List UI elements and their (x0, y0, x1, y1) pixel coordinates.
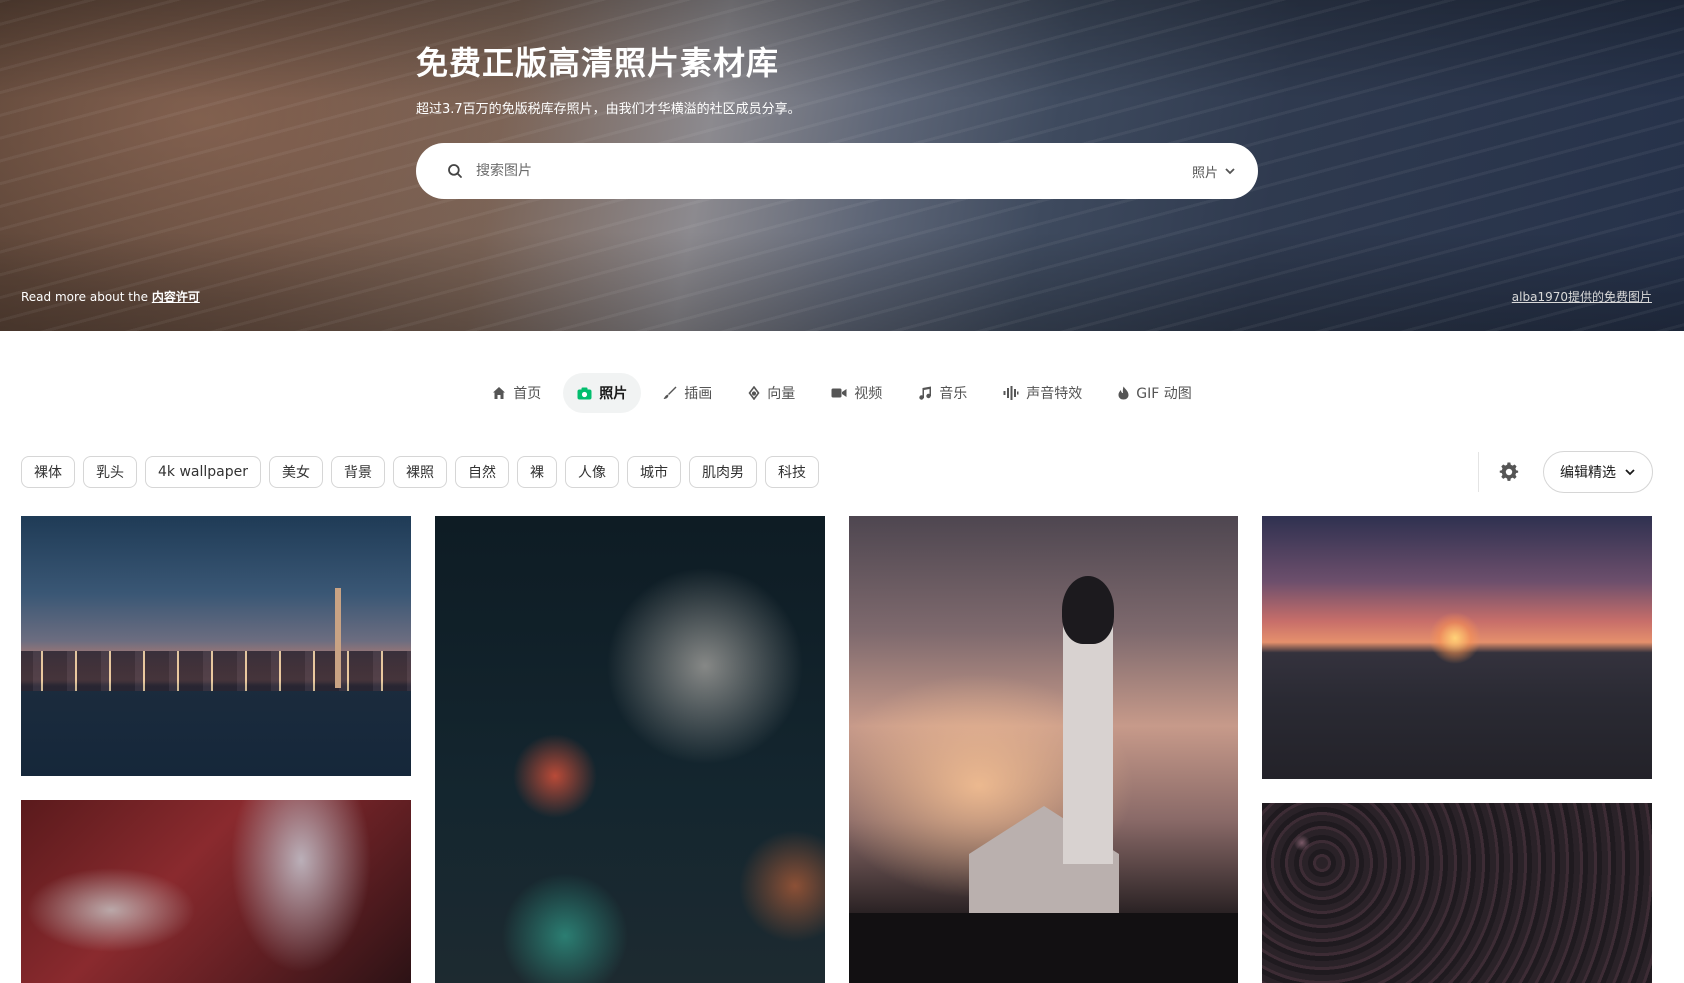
tag-chip[interactable]: 科技 (765, 456, 819, 488)
hero-banner: 免费正版高清照片素材库 超过3.7百万的免版税库存照片，由我们才华横溢的社区成员… (0, 0, 1684, 331)
photo-fireworks[interactable] (435, 516, 825, 983)
editors-choice-label: 编辑精选 (1560, 465, 1616, 481)
tag-chip[interactable]: 裸体 (21, 456, 75, 488)
tag-chip[interactable]: 自然 (455, 456, 509, 488)
onion-dome (1062, 576, 1114, 644)
photo-sea-sunset[interactable] (1262, 516, 1652, 779)
tag-chip[interactable]: 城市 (627, 456, 681, 488)
tab-home[interactable]: 首页 (478, 373, 555, 413)
chevron-down-icon (1625, 469, 1635, 476)
video-icon (831, 388, 847, 398)
hero-content: 免费正版高清照片素材库 超过3.7百万的免版税库存照片，由我们才华横溢的社区成员… (416, 38, 1258, 199)
tag-chip[interactable]: 人像 (565, 456, 619, 488)
search-bar: 照片 (416, 143, 1258, 199)
flame-icon (1118, 386, 1129, 400)
tab-label: 首页 (513, 386, 542, 402)
music-icon (919, 386, 932, 400)
license-link[interactable]: 内容许可 (152, 290, 200, 304)
tag-chip[interactable]: 裸照 (393, 456, 447, 488)
hero-title: 免费正版高清照片素材库 (416, 44, 780, 82)
tag-chip[interactable]: 肌肉男 (689, 456, 757, 488)
tab-label: 声音特效 (1026, 386, 1083, 402)
tab-vectors[interactable]: 向量 (734, 373, 809, 413)
tab-label: 向量 (767, 386, 796, 402)
license-note: Read more about the 内容许可 (21, 288, 200, 305)
tab-label: 插画 (684, 386, 713, 402)
photo-city-skyline-dusk[interactable] (21, 516, 411, 776)
photo-caladium-leaves[interactable] (21, 800, 411, 983)
tv-tower (335, 588, 341, 688)
toolbar-divider (1478, 452, 1479, 492)
tag-chip[interactable]: 美女 (269, 456, 323, 488)
search-icon[interactable] (446, 162, 464, 180)
home-icon (493, 387, 506, 399)
related-tags: 裸体 乳头 4k wallpaper 美女 背景 裸照 自然 裸 人像 城市 肌… (21, 456, 819, 488)
pen-nib-icon (748, 386, 760, 400)
tag-chip[interactable]: 4k wallpaper (145, 456, 261, 488)
photo-church-sunset[interactable] (849, 516, 1238, 983)
photo-credit-link[interactable]: alba1970提供的免费图片 (1512, 288, 1652, 305)
editors-choice-dropdown[interactable]: 编辑精选 (1543, 451, 1653, 493)
chevron-down-icon (1225, 168, 1235, 175)
photo-dark-foliage[interactable] (1262, 803, 1652, 983)
waveform-icon (1003, 386, 1019, 400)
hero-subtitle: 超过3.7百万的免版税库存照片，由我们才华横溢的社区成员分享。 (416, 102, 801, 117)
tab-photos[interactable]: 照片 (563, 373, 642, 413)
license-note-text: Read more about the (21, 290, 152, 304)
search-input[interactable] (476, 163, 1192, 179)
city-silhouette (21, 651, 411, 691)
tab-label: 音乐 (939, 386, 968, 402)
tab-gifs[interactable]: GIF 动图 (1104, 373, 1205, 413)
gear-icon[interactable] (1499, 462, 1519, 482)
tab-sound-effects[interactable]: 声音特效 (989, 373, 1096, 413)
gallery-toolbar: 编辑精选 (1478, 451, 1653, 493)
tag-chip[interactable]: 背景 (331, 456, 385, 488)
tab-illustrations[interactable]: 插画 (649, 373, 726, 413)
tab-label: GIF 动图 (1136, 386, 1192, 402)
tab-music[interactable]: 音乐 (904, 373, 981, 413)
ground-silhouette (849, 913, 1238, 983)
tab-label: 照片 (599, 386, 628, 402)
search-type-dropdown[interactable]: 照片 (1192, 162, 1236, 181)
search-type-label: 照片 (1191, 165, 1218, 181)
media-type-nav: 首页 照片 插画 向量 视频 音乐 声音特效 GIF 动图 (0, 373, 1684, 413)
tab-label: 视频 (854, 386, 883, 402)
tag-chip[interactable]: 乳头 (83, 456, 137, 488)
camera-icon (577, 387, 592, 399)
tab-videos[interactable]: 视频 (817, 373, 896, 413)
tag-chip[interactable]: 裸 (517, 456, 557, 488)
brush-icon (663, 386, 677, 399)
